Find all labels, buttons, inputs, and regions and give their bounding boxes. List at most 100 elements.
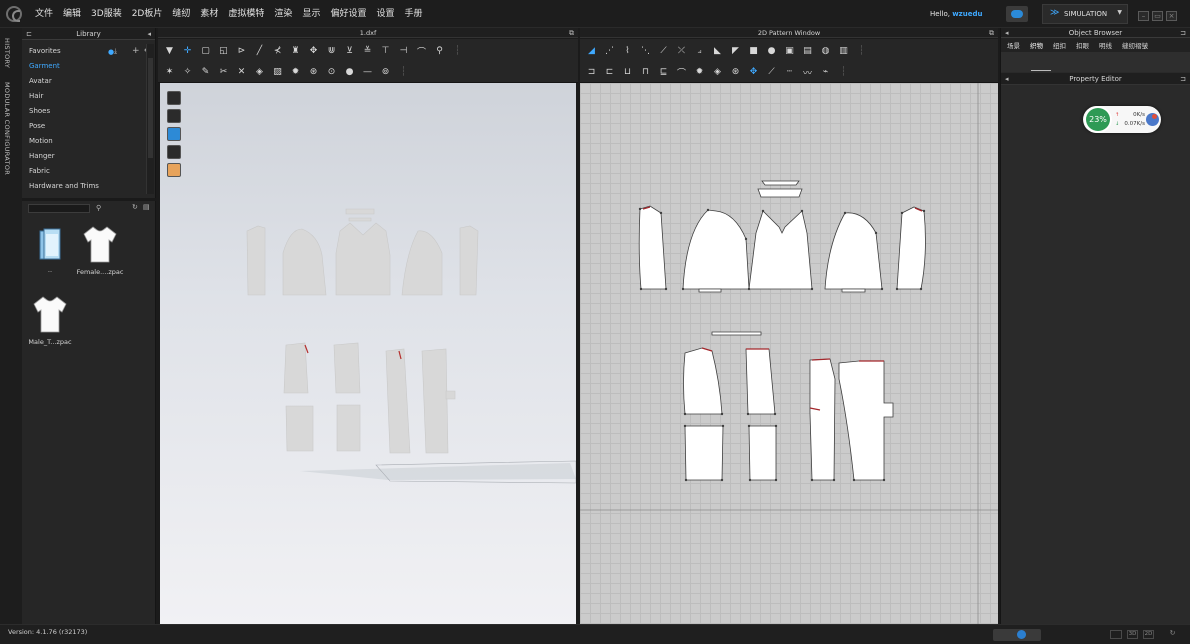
transform-pattern-icon[interactable]: ◢ — [584, 44, 599, 59]
3d-viewport[interactable] — [160, 83, 576, 624]
trace-icon[interactable]: ◤ — [728, 44, 743, 59]
quick-tool-strip[interactable] — [993, 629, 1041, 641]
edit-curve-point-icon[interactable]: ⋱ — [638, 44, 653, 59]
help-icon[interactable] — [1017, 630, 1026, 639]
arrange-point-icon[interactable]: ⊤ — [378, 44, 393, 59]
graphic-icon[interactable]: ▨ — [270, 65, 285, 80]
library-item-motion[interactable]: Motion — [22, 134, 146, 149]
panel-collapse-icon[interactable]: ◂ — [147, 30, 151, 38]
library-item-fabric[interactable]: Fabric — [22, 164, 146, 179]
circle-icon[interactable]: ● — [764, 44, 779, 59]
add-point-icon[interactable]: ⟋ — [656, 44, 671, 59]
menu-render[interactable]: 渲染 — [271, 0, 295, 28]
library-thumb-female-garment[interactable]: Female....zpac — [76, 224, 124, 276]
menu-preferences[interactable]: 偏好设置 — [327, 0, 369, 28]
tab-fabric[interactable]: 织物 — [1030, 40, 1043, 50]
search-icon[interactable]: ⚲ — [96, 204, 101, 212]
strengthen-icon[interactable]: ◈ — [252, 65, 267, 80]
menu-avatar[interactable]: 虚拟模特 — [225, 0, 267, 28]
rectangle-icon[interactable]: ■ — [746, 44, 761, 59]
fold-line-icon[interactable]: ⌒ — [674, 65, 689, 80]
buttonhole-2d-icon[interactable]: ✥ — [746, 65, 761, 80]
view-toggle-icon[interactable]: ▤ — [143, 203, 150, 211]
button-2d-icon[interactable]: ⊛ — [728, 65, 743, 80]
tab-buttonhole[interactable]: 扣眼 — [1076, 40, 1089, 50]
2d-pattern-window[interactable] — [580, 83, 998, 624]
menu-file[interactable]: 文件 — [32, 0, 56, 28]
network-speed-widget[interactable]: 23% ↑ 0K/s ↓ 0.07K/s — [1083, 106, 1161, 133]
layout-2d-icon[interactable]: 2D — [1143, 630, 1154, 639]
seam-icon[interactable]: ✕ — [234, 65, 249, 80]
library-item-shoes[interactable]: Shoes — [22, 104, 146, 119]
piping-icon[interactable]: ⌁ — [818, 65, 833, 80]
tab-history[interactable]: HISTORY — [3, 38, 11, 68]
transform-icon[interactable]: ✛ — [180, 44, 195, 59]
internal-polygon-icon[interactable]: ▤ — [800, 44, 815, 59]
layout-3d-icon[interactable]: 3D — [1127, 630, 1138, 639]
menu-display[interactable]: 显示 — [299, 0, 323, 28]
panel-pin-icon[interactable]: ⊐ — [1180, 75, 1186, 83]
avatar-measure-icon[interactable]: ⋓ — [324, 44, 339, 59]
segment-sewing-icon[interactable]: ⊐ — [584, 65, 599, 80]
box-select-icon[interactable]: ▢ — [198, 44, 213, 59]
fold-arrange-icon[interactable]: ◱ — [216, 44, 231, 59]
library-item-hardware-trims[interactable]: Hardware and Trims — [22, 179, 146, 194]
zoom-icon[interactable]: ⚲ — [432, 44, 447, 59]
library-scrollbar[interactable] — [146, 44, 154, 194]
menu-sewing[interactable]: 缝纫 — [169, 0, 193, 28]
menu-2d-pattern[interactable]: 2D板片 — [129, 0, 166, 28]
tack-icon[interactable]: ⊀ — [270, 44, 285, 59]
library-item-hair[interactable]: Hair — [22, 89, 146, 104]
graphic-2d-icon[interactable]: ✹ — [692, 65, 707, 80]
topstitch-icon[interactable]: ⟋ — [764, 65, 779, 80]
puckering-icon[interactable]: ⊚ — [378, 65, 393, 80]
dropdown-arrow-icon[interactable]: ▼ — [1117, 9, 1122, 16]
cut-pattern-icon[interactable]: ⤫ — [674, 44, 689, 59]
internal-rect-icon[interactable]: ▣ — [782, 44, 797, 59]
app-logo-icon[interactable] — [6, 6, 22, 22]
library-item-favorites[interactable]: Favorites — [22, 44, 146, 59]
flip-icon[interactable]: ≚ — [360, 44, 375, 59]
accelerator-ball-icon[interactable] — [1146, 113, 1159, 126]
add-favorite-icon[interactable]: + — [132, 46, 140, 56]
edit-curvature-icon[interactable]: ⌇ — [620, 44, 635, 59]
menu-manual[interactable]: 手册 — [401, 0, 425, 28]
segment-topstitch-icon[interactable]: ┄ — [782, 65, 797, 80]
dart-icon[interactable]: ▥ — [836, 44, 851, 59]
library-search-input[interactable] — [28, 204, 90, 213]
maximize-pane-icon[interactable]: ⧉ — [989, 29, 994, 38]
menu-settings[interactable]: 设置 — [373, 0, 397, 28]
simulation-button[interactable]: ≫ SIMULATION ▼ — [1042, 4, 1128, 24]
library-thumb-male-garment[interactable]: Male_T...zpac — [26, 294, 74, 346]
texture-edit-icon[interactable]: ◈ — [710, 65, 725, 80]
brush-icon[interactable]: ✎ — [198, 65, 213, 80]
fold-icon[interactable]: ⊳ — [234, 44, 249, 59]
pin-icon[interactable]: ✥ — [306, 44, 321, 59]
tab-modular-configurator[interactable]: MODULAR CONFIGURATOR — [3, 82, 11, 175]
layout-single-icon[interactable] — [1110, 630, 1122, 639]
library-item-pose[interactable]: Pose — [22, 119, 146, 134]
minimize-window-button[interactable]: – — [1138, 11, 1149, 21]
menu-3d-garment[interactable]: 3D服装 — [88, 0, 125, 28]
username-link[interactable]: wzuedu — [952, 10, 982, 18]
buttonhole-icon[interactable]: ⊙ — [324, 65, 339, 80]
symmetry-icon[interactable]: ⊣ — [396, 44, 411, 59]
tab-button[interactable]: 纽扣 — [1053, 40, 1066, 50]
circle-tool-icon[interactable]: ● — [342, 65, 357, 80]
refresh-layout-icon[interactable]: ↻ — [1168, 630, 1177, 639]
button-tool-icon[interactable]: ⊛ — [306, 65, 321, 80]
library-item-garment[interactable]: Garment — [22, 59, 146, 74]
tab-puckering[interactable]: 缝纫褶皱 — [1122, 40, 1148, 50]
restore-window-button[interactable]: ▭ — [1152, 11, 1163, 21]
edit-pattern-icon[interactable]: ⋰ — [602, 44, 617, 59]
tab-topstitch[interactable]: 明线 — [1099, 40, 1112, 50]
arrange-garment-icon[interactable]: ♜ — [288, 44, 303, 59]
download-icon[interactable]: ⤓ — [114, 47, 117, 56]
internal-circle-icon[interactable]: ◍ — [818, 44, 833, 59]
close-window-button[interactable]: × — [1166, 11, 1177, 21]
fold-arrange-2d-icon[interactable]: ◣ — [710, 44, 725, 59]
slash-spread-icon[interactable]: ⟓ — [692, 44, 707, 59]
puckering-2d-icon[interactable]: 〰 — [800, 65, 815, 80]
library-item-hanger[interactable]: Hanger — [22, 149, 146, 164]
refresh-icon[interactable]: ↻ — [132, 203, 138, 211]
